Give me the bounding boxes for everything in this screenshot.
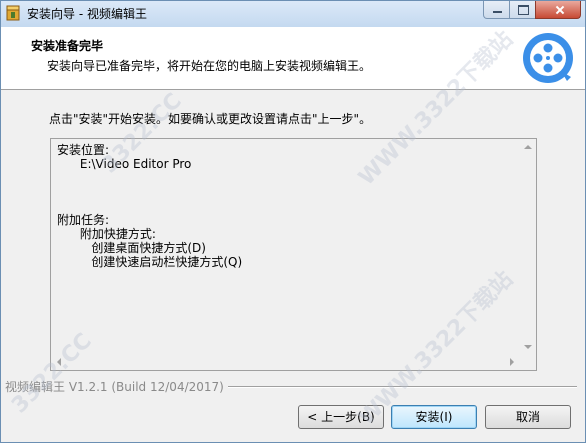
page-title: 安装准备完毕 [31,39,104,53]
memo-line: 附加任务: [57,213,110,227]
maximize-button[interactable] [509,1,536,19]
instruction-text: 点击"安装"开始安装。如要确认或更改设置请点击"上一步"。 [49,112,372,126]
ready-memo[interactable]: 安装位置: E:\Video Editor Pro 附加任务: 附加快捷方式: 创… [50,138,537,371]
memo-line [57,185,242,199]
back-button[interactable]: < 上一步(B) [298,405,384,429]
memo-text: 安装位置: E:\Video Editor Pro 附加任务: 附加快捷方式: 创… [57,143,242,269]
installer-box-icon [6,5,20,21]
memo-line: 创建快速启动栏快捷方式(Q) [57,255,243,269]
memo-line: 安装位置: [57,143,110,157]
close-button[interactable] [535,1,581,19]
memo-line: 创建桌面快捷方式(D) [57,241,206,255]
wizard-header: 安装准备完毕 安装向导已准备完毕，将开始在您的电脑上安装视频编辑王。 [1,27,585,90]
memo-line: 附加快捷方式: [57,227,156,241]
scroll-left-icon[interactable] [57,358,61,366]
scroll-up-icon[interactable] [524,145,532,149]
scroll-down-icon[interactable] [524,345,532,349]
horizontal-scrollbar[interactable] [51,354,520,370]
vertical-scrollbar[interactable] [520,139,536,355]
page-subtitle: 安装向导已准备完毕，将开始在您的电脑上安装视频编辑王。 [47,59,372,73]
film-reel-icon [523,33,573,83]
minimize-button[interactable] [483,1,510,19]
cancel-button[interactable]: 取消 [485,405,571,429]
memo-line: E:\Video Editor Pro [57,157,192,171]
installer-window: 安装向导 - 视频编辑王 安装准备完毕 安装向导已准备完毕，将开始在您的电脑上安… [0,0,586,443]
title-bar[interactable]: 安装向导 - 视频编辑王 [1,1,585,27]
scroll-right-icon[interactable] [510,358,514,366]
memo-line [57,199,242,213]
memo-line [57,171,242,185]
install-button[interactable]: 安装(I) [391,405,477,429]
window-title: 安装向导 - 视频编辑王 [27,7,147,21]
version-label: 视频编辑王 V1.2.1 (Build 12/04/2017) [5,378,228,395]
scroll-corner [520,354,536,370]
